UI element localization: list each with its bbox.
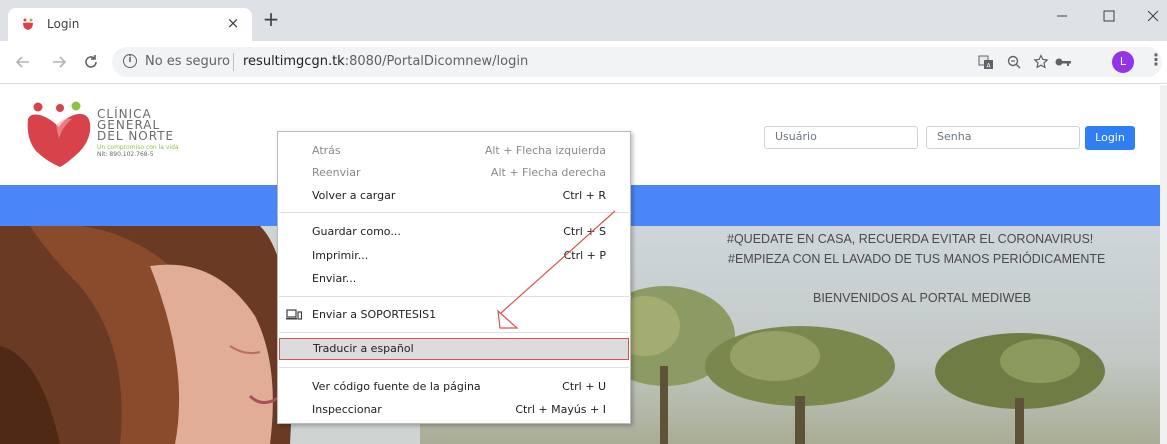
tab-login[interactable]: Login × xyxy=(8,8,252,41)
menu-separator xyxy=(279,212,631,213)
menu-item-label: Reenviar xyxy=(312,166,361,179)
menu-item-forward[interactable]: Reenviar Alt + Flecha derecha xyxy=(278,162,630,184)
clinic-logo-text: CLÍNICA GENERAL DEL NORTE Un compromiso … xyxy=(97,108,179,158)
browser-toolbar: i No es seguro resultimgcgn.tk:8080/Port… xyxy=(0,41,1167,84)
device-icon xyxy=(286,309,302,320)
logo-line-3: DEL NORTE xyxy=(97,129,175,143)
menu-item-shortcut: Ctrl + S xyxy=(563,225,606,238)
menu-item-shortcut: Alt + Flecha derecha xyxy=(490,166,606,179)
menu-item-send-to-device[interactable]: Enviar a SOPORTESIS1 xyxy=(278,304,630,326)
tab-strip: Login × + xyxy=(0,0,1167,41)
menu-item-label: Enviar a SOPORTESIS1 xyxy=(312,308,437,321)
menu-item-label: Imprimir... xyxy=(312,249,369,262)
menu-item-shortcut: Ctrl + Mayús + I xyxy=(515,403,606,416)
menu-item-view-source[interactable]: Ver código fuente de la página Ctrl + U xyxy=(278,376,630,398)
new-tab-button[interactable]: + xyxy=(262,9,280,29)
zoom-icon[interactable] xyxy=(1006,54,1022,70)
url-path: :8080/PortalDicomnew/login xyxy=(344,54,529,69)
page-scrollbar[interactable] xyxy=(1160,85,1167,444)
menu-item-label: Ver código fuente de la página xyxy=(312,380,481,393)
tab-close-icon[interactable]: × xyxy=(224,14,242,32)
profile-avatar[interactable]: L xyxy=(1112,51,1134,73)
menu-item-reload[interactable]: Volver a cargar Ctrl + R xyxy=(278,185,630,207)
menu-separator xyxy=(279,332,631,333)
reload-icon[interactable] xyxy=(82,53,100,71)
menu-separator xyxy=(279,367,631,368)
menu-item-label: Traducir a español xyxy=(313,342,414,355)
info-icon[interactable]: i xyxy=(123,54,137,68)
menu-item-shortcut: Ctrl + U xyxy=(562,380,606,393)
hero-message-line-2: #EMPIEZA CON EL LAVADO DE TUS MANOS PERI… xyxy=(728,252,1106,266)
login-button[interactable]: Login xyxy=(1085,126,1135,150)
context-menu: Atrás Alt + Flecha izquierda Reenviar Al… xyxy=(277,131,631,424)
password-input[interactable]: Senha xyxy=(926,126,1080,149)
logo-nit: Nit: 890.102.768-5 xyxy=(97,151,154,158)
hero-welcome-text: BIENVENIDOS AL PORTAL MEDIWEB xyxy=(813,291,1032,305)
menu-item-cast[interactable]: Enviar... xyxy=(278,268,630,290)
kebab-menu-icon[interactable]: ⋮ xyxy=(1148,52,1164,71)
tree-image-right xyxy=(935,333,1105,444)
menu-item-print[interactable]: Imprimir... Ctrl + P xyxy=(278,245,630,267)
menu-item-label: Guardar como... xyxy=(312,225,401,238)
menu-item-back[interactable]: Atrás Alt + Flecha izquierda xyxy=(278,140,630,162)
forward-icon[interactable] xyxy=(50,53,68,71)
logo-tagline: Un compromiso con la vida xyxy=(97,144,179,151)
tab-title: Login xyxy=(47,17,80,31)
menu-item-label: Inspeccionar xyxy=(312,403,382,416)
menu-item-save-as[interactable]: Guardar como... Ctrl + S xyxy=(278,221,630,243)
menu-item-shortcut: Ctrl + R xyxy=(562,189,606,202)
star-icon[interactable] xyxy=(1033,54,1049,70)
menu-item-label: Atrás xyxy=(312,144,341,157)
menu-item-label: Volver a cargar xyxy=(312,189,396,202)
window-close-icon[interactable] xyxy=(1140,5,1166,27)
menu-item-translate[interactable]: Traducir a español xyxy=(279,338,629,360)
hero-message-line-1: #QUEDATE EN CASA, RECUERDA EVITAR EL COR… xyxy=(727,232,1094,246)
menu-item-shortcut: Alt + Flecha izquierda xyxy=(484,144,606,157)
translate-icon[interactable]: A xyxy=(978,54,994,70)
tree-image-center xyxy=(705,326,895,444)
window-minimize-icon[interactable] xyxy=(1049,5,1075,27)
url-host: resultimgcgn.tk xyxy=(243,54,345,69)
menu-item-label: Enviar... xyxy=(312,272,357,285)
url-text[interactable]: resultimgcgn.tk:8080/PortalDicomnew/logi… xyxy=(243,54,528,69)
clinic-logo-icon xyxy=(27,101,91,167)
window-maximize-icon[interactable] xyxy=(1096,5,1122,27)
menu-item-shortcut: Ctrl + P xyxy=(563,249,606,262)
back-icon[interactable] xyxy=(14,53,32,71)
menu-item-inspect[interactable]: Inspeccionar Ctrl + Mayús + I xyxy=(278,399,630,421)
site-favicon-icon xyxy=(23,18,33,30)
security-label[interactable]: No es seguro xyxy=(145,54,230,69)
menu-separator xyxy=(279,296,631,297)
key-icon[interactable] xyxy=(1053,53,1073,71)
omnibox-separator xyxy=(233,53,234,71)
address-bar[interactable]: i No es seguro resultimgcgn.tk:8080/Port… xyxy=(112,47,1162,77)
username-input[interactable]: Usuário xyxy=(764,126,918,149)
